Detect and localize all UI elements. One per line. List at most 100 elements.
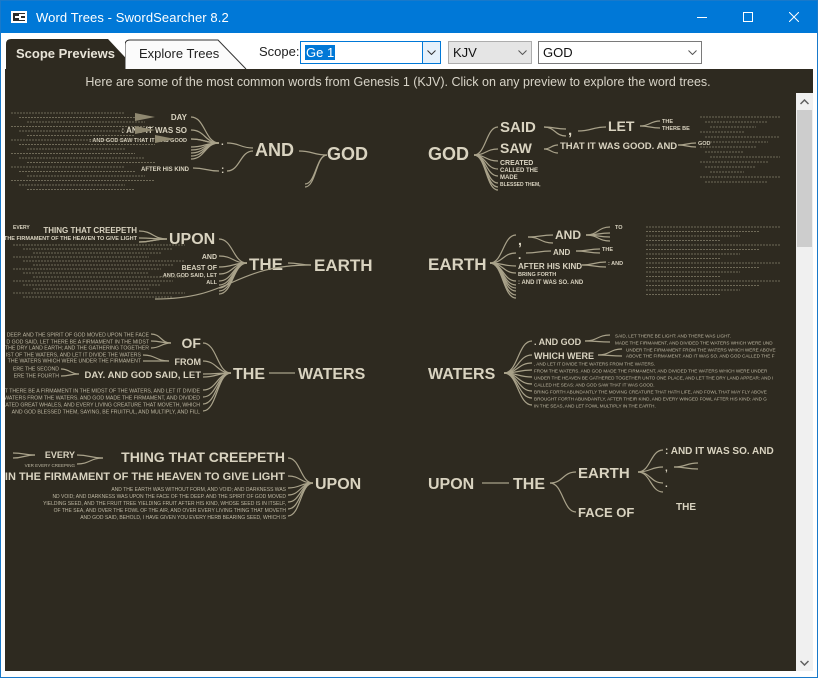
tree-branch-line: [637, 466, 664, 473]
tree-branch-line: [76, 454, 104, 459]
tree-word: AND: [553, 248, 571, 257]
tree-context-text: AND GOD SAID, BEHOLD, I HAVE GIVEN YOU E…: [80, 515, 286, 521]
tree-word: IN THE FIRMAMENT OF THE HEAVEN TO GIVE L…: [5, 471, 285, 483]
chevron-down-icon: [687, 50, 697, 55]
root-word: THE: [249, 255, 283, 274]
tree-context-text: YIELDING SEED, AND THE FRUIT TREE YIELDI…: [43, 501, 286, 507]
tree-word: THE: [662, 119, 673, 125]
vertical-scrollbar[interactable]: [796, 93, 813, 671]
tree-branch-line: [549, 471, 577, 484]
tree-branch-line: [584, 340, 611, 343]
tree-branch-line: [298, 150, 328, 156]
tree-word: AND: [555, 228, 581, 242]
tree-branch-line: [543, 144, 559, 150]
scope-combobox[interactable]: Ge 1: [300, 41, 441, 64]
preview-east-of[interactable]: [5, 659, 395, 671]
preview-upon-the[interactable]: UPON THE EARTH FACE OF: AND IT WAS SO. AND,…: [410, 434, 790, 534]
tree-word: AFTER HIS KIND: [141, 167, 190, 173]
tree-word: LET: [608, 118, 635, 134]
preview-god[interactable]: GOD SAID, LET THE THERE BE SAW THAT IT WAS GOO…: [410, 99, 790, 199]
tree-word: CREATED: [500, 160, 533, 167]
minimize-button[interactable]: [679, 1, 725, 33]
tree-context-text: EATED GREAT WHALES, AND EVERY LIVING CRE…: [5, 403, 200, 409]
preview-the-light[interactable]: [5, 544, 395, 644]
tree-word: .: [518, 248, 521, 262]
tree-word: SAW: [500, 140, 533, 156]
close-button[interactable]: [771, 1, 817, 33]
tree-branch-line: [673, 462, 699, 468]
tree-word: THING THAT CREEPETH: [121, 449, 285, 465]
scope-input[interactable]: Ge 1: [305, 45, 336, 60]
preview-the-earth[interactable]: THE EARTH UPON THING THAT CREEPETH THE FIRMA…: [5, 209, 395, 309]
tree-branch-line: [584, 334, 611, 342]
tree-branch-line: [639, 120, 661, 127]
tab-scope-previews-label: Scope Previews: [16, 46, 115, 61]
version-select[interactable]: KJV: [448, 41, 532, 64]
tab-explore-trees[interactable]: Explore Trees: [125, 38, 247, 69]
scroll-up-button[interactable]: [796, 93, 813, 110]
tree-context-text: T THERE BE A FIRMAMENT IN THE MIDST OF T…: [5, 389, 201, 395]
tree-word: ALL: [206, 280, 217, 286]
preview-upon[interactable]: UPON EVERY THING THAT CREEPETH IN THE FIRMA…: [5, 434, 395, 534]
tree-word: THERE BE: [662, 126, 690, 132]
preview-the-waters[interactable]: THE WATERS OF FROM DAY. AND GOD SAID, LET DEE…: [5, 319, 395, 419]
tree-context-text: IN THE SEAS, AND LET FOWL MULTIPLY IN TH…: [534, 404, 656, 409]
root-word: AND: [255, 140, 294, 160]
tree-branch-line: [549, 482, 577, 513]
tree-context-text: VER EVERY CREEPING: [25, 463, 76, 468]
tree-context-text: UNDER THE HEAVEN BE GATHERED TOGETHER UN…: [534, 376, 773, 381]
preview-and-god[interactable]: AND GOD DAY: AND IT WAS SO: AND GOD SAW TH…: [5, 99, 395, 199]
tree-word: GOD: [698, 141, 711, 147]
tree-word: ,: [665, 463, 668, 474]
window-title: Word Trees - SwordSearcher 8.2: [36, 9, 229, 25]
tree-word: BLESSED THEM,: [500, 182, 541, 188]
preview-waters[interactable]: WATERS . AND GOD WHICH WERE SAID, LET THERE…: [410, 319, 790, 419]
tree-context-text: THE DRY LAND EARTH; AND THE GATHERING TO…: [5, 346, 149, 352]
tree-branch-line: [677, 144, 697, 148]
tree-context-text: OF THE SEA, AND OVER THE FOWL OF THE AIR…: [54, 508, 287, 514]
tree-branch-line: [637, 449, 664, 473]
tree-branch-line: [575, 250, 601, 254]
minimize-icon: [697, 17, 707, 18]
tree-branch-line: [60, 368, 80, 375]
scroll-down-button[interactable]: [796, 654, 813, 671]
scroll-thumb[interactable]: [797, 110, 812, 247]
tree-branch-line: [202, 360, 232, 374]
word-select[interactable]: GOD: [538, 41, 702, 64]
chevron-up-icon: [800, 98, 809, 105]
tree-branch-line: [543, 148, 559, 154]
tree-word: TO: [615, 225, 623, 231]
preview-every[interactable]: [410, 659, 790, 671]
tree-branch-line: [304, 154, 328, 188]
tree-word: WHICH WERE: [534, 351, 594, 361]
tree-word: THE FIRMAMENT OF THE HEAVEN TO GIVE LIGH…: [5, 236, 138, 242]
tree-word: EVERY: [45, 450, 75, 460]
tree-branch-line: [597, 348, 623, 356]
tree-branch-line: [138, 238, 168, 243]
root-word: UPON: [315, 476, 361, 493]
tree-word: SAID: [500, 119, 536, 136]
tree-branch-line: [190, 138, 220, 144]
tree-word: ,: [518, 232, 522, 248]
tree-word: FROM: [175, 357, 202, 367]
preview-light[interactable]: [410, 544, 790, 644]
close-icon: [789, 12, 799, 22]
tree-word: THE: [676, 502, 696, 513]
scope-dropdown-button[interactable]: [422, 42, 440, 63]
root-word: GOD: [428, 144, 469, 164]
maximize-button[interactable]: [725, 1, 771, 33]
tree-context-text: ND VOID; AND DARKNESS WAS UPON THE FACE …: [52, 494, 286, 500]
tree-word: : AND IT WAS SO. AND: [665, 446, 774, 457]
tree-branch-line: [12, 454, 36, 459]
chevron-down-icon: [427, 50, 436, 55]
tab-scope-previews[interactable]: Scope Previews: [6, 38, 136, 69]
tree-word: BEAST OF: [182, 265, 218, 272]
tree-branch-line: [489, 234, 517, 264]
tree-branch-line: [527, 236, 554, 244]
tree-word: : AND IT WAS SO. AND: [518, 280, 584, 286]
tree-word: FACE OF: [578, 505, 634, 520]
tree-branch-line: [673, 466, 699, 470]
tree-context-text: MADE THE FIRMAMENT, AND DIVIDED THE WATE…: [615, 341, 773, 346]
tree-word: .: [221, 137, 224, 148]
preview-earth[interactable]: EARTH, AND TO. AND THE AFTER HIS KIND: AND BRI…: [410, 209, 790, 309]
